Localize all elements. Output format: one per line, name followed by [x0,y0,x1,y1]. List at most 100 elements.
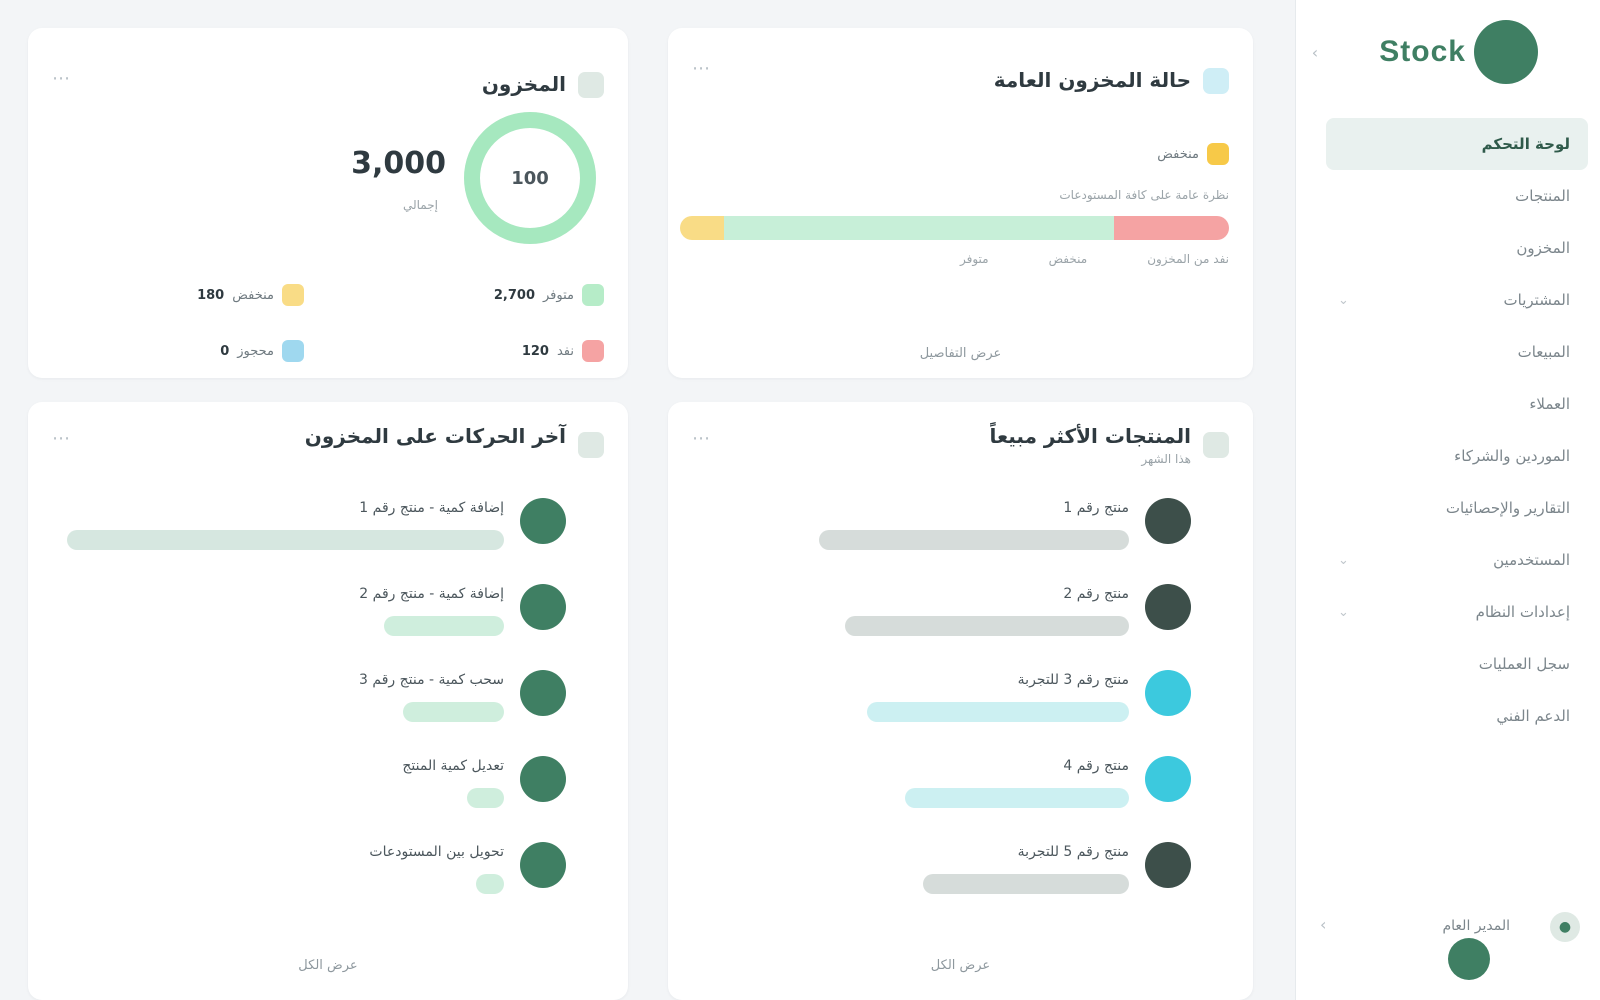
sidebar-item[interactable]: المخزون [1326,222,1588,274]
sidebar-item[interactable]: إعدادات النظام ⌄ [1326,586,1588,638]
stock-breakdown-row: 180 منخفض [197,283,304,307]
avatar [520,756,566,802]
sidebar-item[interactable]: المشتريات ⌄ [1326,274,1588,326]
more-options-icon[interactable]: ⋯ [692,58,710,79]
list-item[interactable]: إضافة كمية - منتج رقم 2 [52,580,604,666]
list-item-name: منتج رقم 5 للتجربة [1017,844,1129,860]
sidebar-item[interactable]: سجل العمليات [1326,638,1588,690]
sidebar-item-label: لوحة التحكم [1481,135,1570,153]
stock-breakdown-label: محجوز [237,343,274,359]
sidebar-item-label: المشتريات [1503,291,1570,309]
list-item-bar [384,616,504,636]
list-item-bar [905,788,1129,808]
list-item-name: تعديل كمية المنتج [402,758,504,774]
view-details-link[interactable]: عرض التفاصيل [668,346,1253,361]
list-item-bar [845,616,1129,636]
stock-card-title: المخزون [481,72,566,96]
logo-mark-icon [1474,20,1538,84]
stock-breakdown-label: منخفض [232,287,274,303]
list-item[interactable]: تحويل بين المستودعات [52,838,604,924]
status-segment [680,216,724,240]
top-products-title: المنتجات الأكثر مبيعاً [989,424,1191,448]
recent-card-icon [578,432,604,458]
status-bar-label: متوفر [960,252,989,266]
sidebar-item-label: الدعم الفني [1496,707,1570,725]
sidebar-item-label: العملاء [1529,395,1570,413]
low-stock-swatch-icon [1207,143,1229,165]
list-item[interactable]: منتج رقم 5 للتجربة [692,838,1229,924]
sidebar-item-label: إعدادات النظام [1475,603,1570,621]
sidebar-item[interactable]: العملاء [1326,378,1588,430]
more-options-icon[interactable]: ⋯ [52,68,70,89]
avatar [1145,842,1191,888]
chevron-left-icon[interactable]: ‹ [1320,915,1326,934]
stock-swatch-icon [282,340,304,362]
stock-swatch-icon [582,284,604,306]
more-options-icon[interactable]: ⋯ [692,428,710,449]
list-item[interactable]: منتج رقم 1 [692,494,1229,580]
sidebar-item[interactable]: المستخدمين ⌄ [1326,534,1588,586]
list-item[interactable]: سحب كمية - منتج رقم 3 [52,666,604,752]
stock-breakdown-label: متوفر [543,287,574,303]
collapse-sidebar-icon[interactable]: ‹ [1304,42,1326,64]
sidebar-item-label: المخزون [1516,239,1570,257]
top-products-subtitle: هذا الشهر [1141,452,1191,466]
sidebar-item[interactable]: الدعم الفني [1326,690,1588,742]
status-card-title: حالة المخزون العامة [993,68,1191,92]
recent-movements-title: آخر الحركات على المخزون [304,424,566,448]
status-bar-labels: متوفر منخفض نفد من المخزون [868,252,1229,266]
user-name: المدير العام [1442,918,1510,934]
recent-movements-card: آخر الحركات على المخزون ⋯ إضافة كمية - م… [28,402,628,1000]
list-item-bar [922,874,1129,894]
avatar [1145,584,1191,630]
avatar[interactable] [1448,938,1490,980]
sidebar-item[interactable]: المنتجات [1326,170,1588,222]
list-item[interactable]: منتج رقم 2 [692,580,1229,666]
bell-icon[interactable]: ● [1550,912,1580,942]
stock-breakdown-value: 2,700 [493,287,535,303]
list-item[interactable]: تعديل كمية المنتج [52,752,604,838]
view-all-link[interactable]: عرض الكل [668,958,1253,973]
chevron-down-icon: ⌄ [1338,292,1349,308]
more-options-icon[interactable]: ⋯ [52,428,70,449]
sidebar-item-label: المستخدمين [1493,551,1570,569]
list-item-name: منتج رقم 4 [1063,758,1129,774]
sidebar-item[interactable]: الموردين والشركاء [1326,430,1588,482]
avatar [1145,498,1191,544]
sidebar-item-label: سجل العمليات [1478,655,1570,673]
list-item-name: تحويل بين المستودعات [369,844,504,860]
list-item-name: منتج رقم 1 [1063,500,1129,516]
stock-swatch-icon [282,284,304,306]
list-item-bar [467,788,504,808]
stock-breakdown-value: 120 [521,343,549,359]
sidebar-item[interactable]: المبيعات [1326,326,1588,378]
brand-logo[interactable]: Stock [1379,20,1538,84]
sidebar-item-label: الموردين والشركاء [1454,447,1570,465]
sidebar-item-label: المبيعات [1517,343,1570,361]
stock-summary-card: المخزون ⋯ 100 3,000 إجمالي 2,700 متوفر 180… [28,28,628,378]
sidebar-nav: لوحة التحكم المنتجات المخزون المشتريات ⌄ المب… [1326,118,1588,742]
donut-center-value: 100 [511,168,549,189]
sidebar-item[interactable]: لوحة التحكم [1326,118,1588,170]
avatar [520,498,566,544]
list-item[interactable]: منتج رقم 3 للتجربة [692,666,1229,752]
view-all-link[interactable]: عرض الكل [28,958,628,973]
list-item-bar [866,702,1129,722]
stock-breakdown-row: 120 نفد [522,339,604,363]
user-box[interactable]: المدير العام ● ‹ [1320,900,1580,980]
stock-breakdown-row: 0 محجوز [220,339,304,363]
stock-swatch-icon [582,340,604,362]
list-item[interactable]: منتج رقم 4 [692,752,1229,838]
status-bar-label: منخفض [1048,252,1088,266]
avatar [520,584,566,630]
list-item-name: منتج رقم 2 [1063,586,1129,602]
avatar [520,842,566,888]
top-products-card: المنتجات الأكثر مبيعاً هذا الشهر ⋯ منتج … [668,402,1253,1000]
sidebar-item[interactable]: التقارير والإحصائيات [1326,482,1588,534]
list-item[interactable]: إضافة كمية - منتج رقم 1 [52,494,604,580]
status-note: نظرة عامة على كافة المستودعات [1059,188,1229,202]
list-item-bar [476,874,504,894]
status-segment [1113,216,1229,240]
status-segment [723,216,1114,240]
list-item-name: سحب كمية - منتج رقم 3 [359,672,504,688]
